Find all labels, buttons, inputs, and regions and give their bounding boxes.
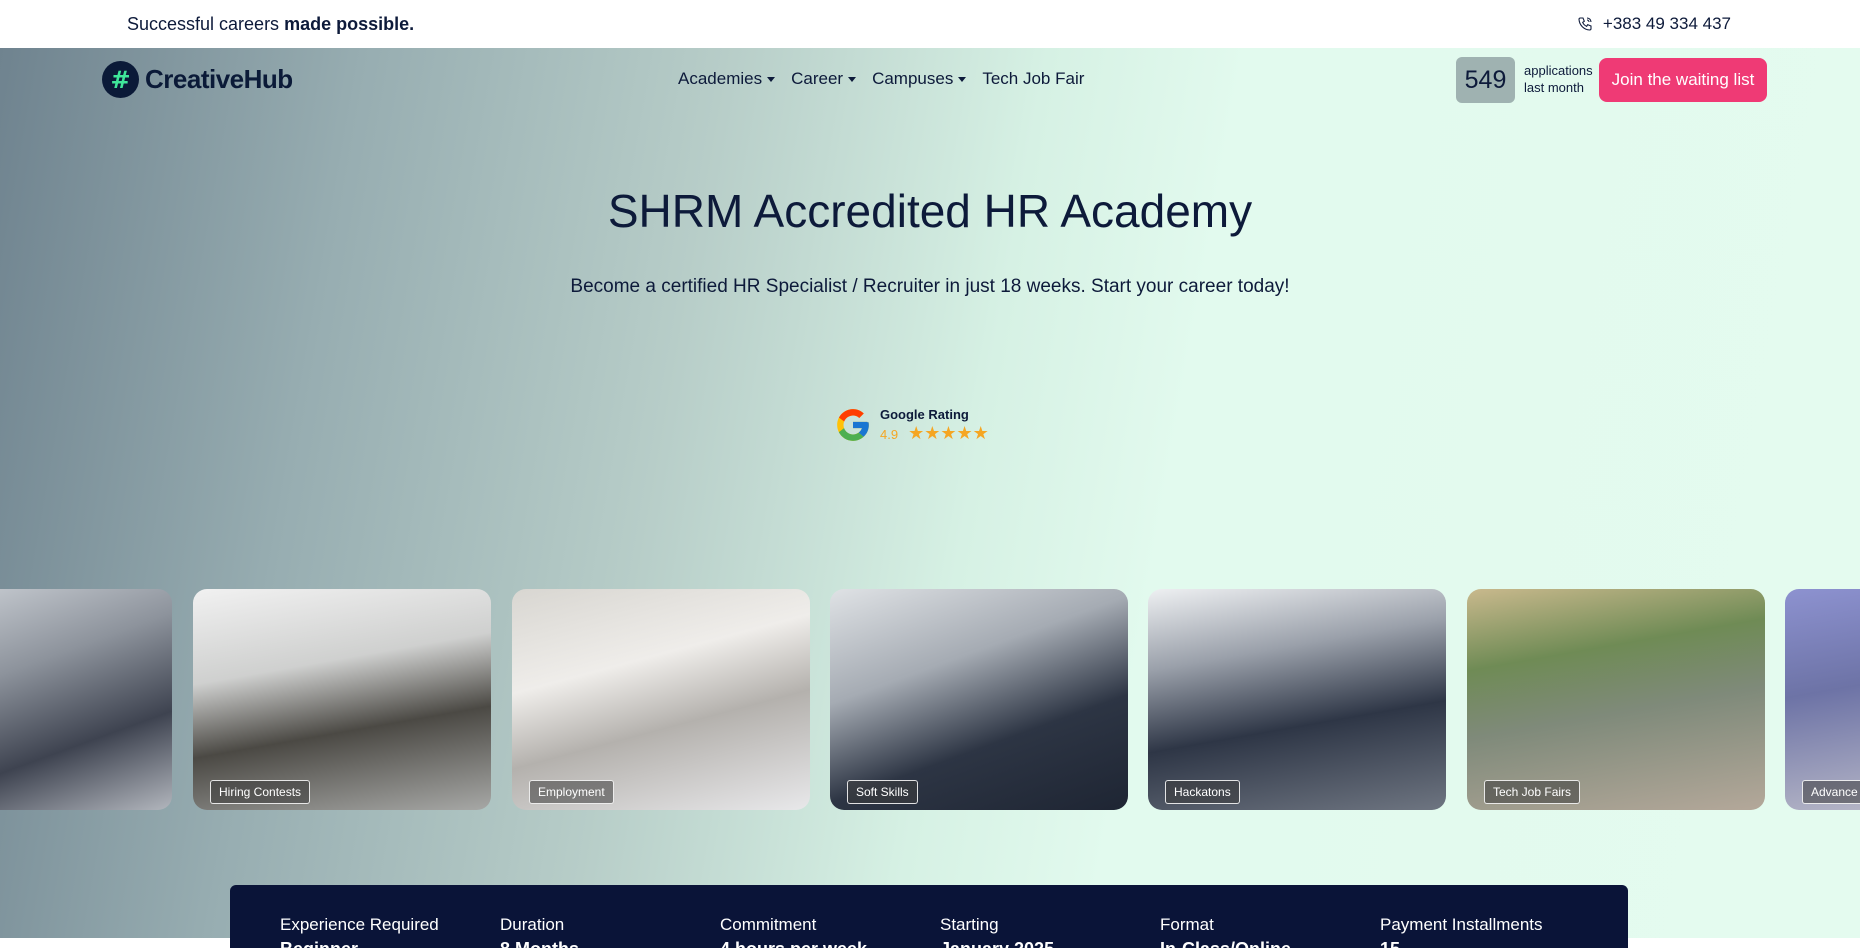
info-format: Format In-Class/Online xyxy=(1160,915,1380,948)
gallery-card[interactable]: Hiring Contests xyxy=(193,589,491,810)
nav-item-tech-job-fair[interactable]: Tech Job Fair xyxy=(982,69,1084,89)
info-label: Payment Installments xyxy=(1380,915,1543,934)
nav-menu: Academies Career Campuses Tech Job Fair xyxy=(678,69,1084,89)
rating-label: Google Rating xyxy=(880,407,969,422)
applications-count: 549 xyxy=(1456,57,1515,103)
nav-item-label: Campuses xyxy=(872,69,954,88)
gallery-photo xyxy=(0,589,172,810)
gallery-photo xyxy=(1467,589,1765,810)
gallery-card[interactable]: Soft Skills xyxy=(830,589,1128,810)
applications-label-line1: applications xyxy=(1524,63,1593,78)
applications-label: applications last month xyxy=(1524,62,1593,96)
nav-item-label: Tech Job Fair xyxy=(982,69,1085,88)
info-label: Experience Required xyxy=(280,915,439,934)
info-value: 8 Months xyxy=(500,939,720,948)
logo[interactable]: # CreativeHub xyxy=(102,61,293,98)
info-experience: Experience Required Beginner xyxy=(280,915,500,948)
info-duration: Duration 8 Months xyxy=(500,915,720,948)
info-value: Beginner xyxy=(280,939,500,948)
info-label: Commitment xyxy=(720,915,817,934)
gallery-tag: Hiring Contests xyxy=(210,780,311,804)
info-label: Duration xyxy=(500,915,565,934)
gallery-photo xyxy=(1785,589,1860,810)
join-waiting-list-button[interactable]: Join the waiting list xyxy=(1599,58,1767,102)
nav-item-campuses[interactable]: Campuses xyxy=(872,69,967,89)
gallery-tag: Tech Job Fairs xyxy=(1484,780,1581,804)
gallery-photo xyxy=(830,589,1128,810)
page-subtitle: Become a certified HR Specialist / Recru… xyxy=(570,276,1290,297)
course-info-bar: Experience Required Beginner Duration 8 … xyxy=(230,885,1628,948)
top-bar: Successful careers made possible. +383 4… xyxy=(0,0,1860,48)
nav-item-label: Academies xyxy=(678,69,763,88)
gallery-tag: Hackatons xyxy=(1165,780,1240,804)
gallery-photo xyxy=(193,589,491,810)
gallery-tag: Soft Skills xyxy=(847,780,918,804)
info-starting: Starting January 2025 xyxy=(940,915,1160,948)
tagline-text: Successful careers xyxy=(127,13,285,34)
gallery-tag: Advance xyxy=(1802,780,1860,804)
phone-number: +383 49 334 437 xyxy=(1602,14,1731,33)
info-label: Starting xyxy=(940,915,999,934)
gallery-card[interactable]: Employment xyxy=(512,589,810,810)
info-value: In-Class/Online xyxy=(1160,939,1380,948)
logo-text: CreativeHub xyxy=(145,64,293,94)
nav-item-academies[interactable]: Academies xyxy=(678,69,776,89)
info-value: 4 hours per week xyxy=(720,939,940,948)
logo-hash-icon: # xyxy=(102,61,139,98)
gallery-tag: Employment xyxy=(529,780,614,804)
google-icon xyxy=(837,409,869,441)
nav-item-career[interactable]: Career xyxy=(791,69,857,89)
phone-icon xyxy=(1578,17,1592,31)
info-value: 15 xyxy=(1380,939,1600,948)
info-label: Format xyxy=(1160,915,1214,934)
page-title: SHRM Accredited HR Academy xyxy=(607,185,1253,237)
info-commitment: Commitment 4 hours per week xyxy=(720,915,940,948)
tagline: Successful careers made possible. xyxy=(127,14,414,35)
phone-link[interactable]: +383 49 334 437 xyxy=(1577,14,1731,34)
gallery-card[interactable]: Tech Job Fairs xyxy=(1467,589,1765,810)
gallery-card[interactable] xyxy=(0,589,172,810)
star-rating-icon: ★★★★★ xyxy=(908,423,989,444)
tagline-bold-text: made possible. xyxy=(284,13,415,34)
info-payment: Payment Installments 15 xyxy=(1380,915,1600,948)
applications-label-line2: last month xyxy=(1524,80,1584,95)
google-rating[interactable]: Google Rating 4.9 ★★★★★ xyxy=(834,406,989,444)
gallery-card[interactable]: Hackatons xyxy=(1148,589,1446,810)
rating-score: 4.9 xyxy=(880,426,899,442)
main-nav: # CreativeHub Academies Career Campuses … xyxy=(0,48,1860,112)
gallery-photo xyxy=(512,589,810,810)
gallery-card[interactable]: Advance xyxy=(1785,589,1860,810)
caret-down-icon xyxy=(767,76,776,82)
photo-gallery[interactable]: Hiring Contests Employment Soft Skills H… xyxy=(0,589,1860,810)
nav-item-label: Career xyxy=(791,69,844,88)
caret-down-icon xyxy=(848,76,857,82)
caret-down-icon xyxy=(958,76,967,82)
gallery-photo xyxy=(1148,589,1446,810)
info-value: January 2025 xyxy=(940,939,1160,948)
